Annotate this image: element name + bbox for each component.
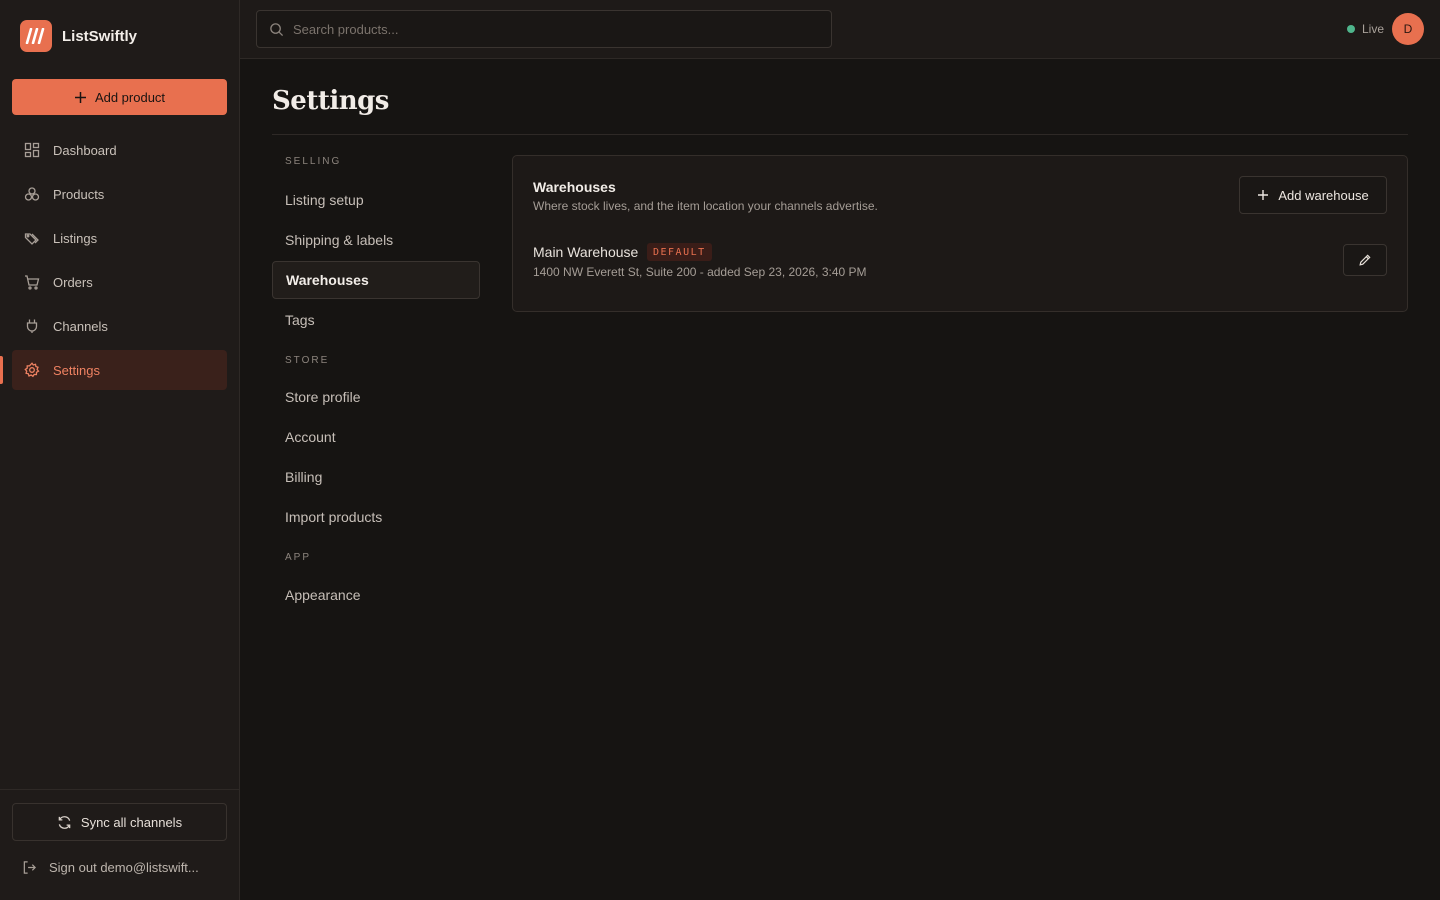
boxes-icon bbox=[24, 187, 40, 201]
sidebar-item-channels[interactable]: Channels bbox=[12, 306, 227, 346]
sidebar-footer: Sync all channels Sign out demo@listswif… bbox=[0, 789, 239, 875]
avatar[interactable]: D bbox=[1392, 13, 1424, 45]
live-label: Live bbox=[1361, 22, 1384, 36]
sidebar-item-listings[interactable]: Listings bbox=[12, 218, 227, 258]
sidebar-item-products[interactable]: Products bbox=[12, 174, 227, 214]
settings-group-label: APP bbox=[285, 552, 312, 563]
warehouse-name: Main Warehouse bbox=[533, 244, 639, 260]
add-warehouse-label: Add warehouse bbox=[1278, 187, 1369, 203]
settings-item-store-profile[interactable]: Store profile bbox=[272, 378, 480, 416]
settings-item-billing[interactable]: Billing bbox=[272, 458, 480, 496]
refresh-icon bbox=[58, 815, 71, 829]
sidebar-item-dashboard[interactable]: Dashboard bbox=[12, 130, 227, 170]
grid-icon bbox=[24, 142, 40, 158]
sidebar-item-label: Dashboard bbox=[53, 142, 117, 158]
sign-out-icon bbox=[23, 861, 36, 874]
settings-item-shipping-labels[interactable]: Shipping & labels bbox=[272, 221, 480, 259]
sidebar-item-label: Settings bbox=[53, 362, 100, 378]
gear-icon bbox=[24, 362, 40, 378]
page-title: Settings bbox=[272, 86, 389, 116]
sidebar-item-label: Channels bbox=[53, 318, 108, 334]
tag-icon bbox=[24, 233, 39, 245]
edit-warehouse-button[interactable] bbox=[1343, 244, 1387, 276]
sidebar-item-label: Orders bbox=[53, 274, 93, 290]
add-product-button[interactable]: Add product bbox=[12, 79, 227, 115]
sidebar-item-orders[interactable]: Orders bbox=[12, 262, 227, 302]
settings-item-import-products[interactable]: Import products bbox=[272, 498, 480, 536]
search-input[interactable] bbox=[293, 21, 813, 37]
settings-item-appearance[interactable]: Appearance bbox=[272, 576, 480, 614]
warehouse-row: Main Warehouse DEFAULT 1400 NW Everett S… bbox=[533, 242, 1387, 279]
card-description: Where stock lives, and the item location… bbox=[533, 199, 878, 213]
title-divider bbox=[272, 134, 1408, 135]
pencil-icon bbox=[1359, 254, 1371, 266]
warehouses-card: Warehouses Where stock lives, and the it… bbox=[512, 155, 1408, 312]
logo-icon bbox=[20, 20, 52, 52]
default-badge: DEFAULT bbox=[647, 243, 712, 261]
settings-item-listing-setup[interactable]: Listing setup bbox=[272, 181, 480, 219]
sidebar-item-label: Products bbox=[53, 186, 105, 202]
live-status: Live bbox=[1346, 22, 1384, 36]
brand-name: ListSwiftly bbox=[62, 27, 138, 45]
add-warehouse-button[interactable]: Add warehouse bbox=[1239, 176, 1387, 214]
search-icon bbox=[270, 22, 284, 36]
settings-item-warehouses[interactable]: Warehouses bbox=[272, 261, 480, 299]
settings-group-label: STORE bbox=[285, 355, 330, 366]
sync-label: Sync all channels bbox=[80, 814, 183, 830]
sidebar: ListSwiftly Add product Dashboard Produc… bbox=[0, 0, 240, 900]
sidebar-nav: Dashboard Products Listings Orders Chann… bbox=[12, 130, 227, 394]
add-product-label: Add product bbox=[94, 89, 166, 105]
top-bar: Live D bbox=[240, 0, 1440, 59]
settings-item-tags[interactable]: Tags bbox=[272, 301, 480, 339]
sign-out-label: Sign out demo@listswift... bbox=[49, 860, 199, 875]
live-dot-icon bbox=[1346, 25, 1355, 33]
settings-item-account[interactable]: Account bbox=[272, 418, 480, 456]
card-title: Warehouses bbox=[533, 179, 616, 195]
sidebar-item-label: Listings bbox=[53, 230, 98, 246]
plug-icon bbox=[26, 319, 38, 333]
cart-icon bbox=[25, 275, 40, 290]
brand[interactable]: ListSwiftly bbox=[20, 20, 137, 52]
sign-out-button[interactable]: Sign out demo@listswift... bbox=[22, 860, 199, 875]
sidebar-item-settings[interactable]: Settings bbox=[12, 350, 227, 390]
search-box[interactable] bbox=[256, 10, 832, 48]
plus-icon bbox=[74, 91, 86, 103]
sync-all-channels-button[interactable]: Sync all channels bbox=[12, 803, 227, 841]
plus-icon bbox=[1258, 190, 1269, 200]
warehouse-meta: 1400 NW Everett St, Suite 200 - added Se… bbox=[533, 265, 867, 279]
active-indicator bbox=[0, 356, 3, 384]
settings-group-label: SELLING bbox=[285, 156, 342, 167]
settings-nav: SELLING Listing setup Shipping & labels … bbox=[272, 156, 480, 616]
